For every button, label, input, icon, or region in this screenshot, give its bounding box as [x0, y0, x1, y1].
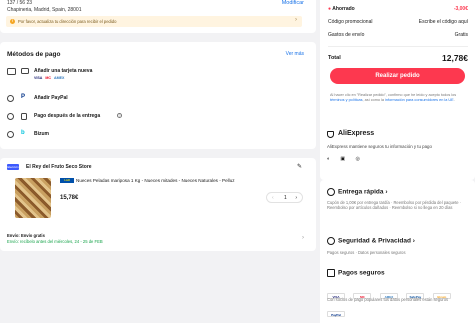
total-value: 12,78€: [442, 53, 468, 63]
delivery-estimate: Envío: recíbelo antes del miércoles, 24 …: [7, 239, 103, 244]
toggle-icon: ◐: [327, 156, 331, 162]
shield-icon: [327, 131, 334, 138]
terms-link[interactable]: términos y políticas: [330, 98, 363, 102]
address-line-2: Chapineria, Madrid, Spain, 28001: [7, 7, 82, 13]
payment-method-label: Bizum: [34, 131, 49, 137]
choice-badge: Elección: [7, 164, 19, 170]
fast-delivery-heading[interactable]: Entrega rápida ›: [327, 188, 388, 196]
shipping-cost: Envío: Envío gratis: [7, 233, 45, 238]
mastercard-logo: MC: [45, 76, 51, 80]
payment-methods-card: Métodos de pago Ver más Añadir una tarje…: [0, 42, 316, 149]
address-line-1: 137 / 56 23: [7, 0, 33, 6]
security-text: Pagos seguros · Datos personales seguros: [327, 250, 406, 255]
privacy-icon: ◎: [355, 156, 360, 162]
increase-button[interactable]: ›: [295, 195, 297, 201]
chevron-right-icon[interactable]: ›: [302, 235, 304, 241]
divider: [328, 46, 468, 47]
payment-method-bizum[interactable]: b Bizum: [7, 130, 307, 142]
paypal-logo: PayPal: [327, 311, 345, 317]
shipping-address-card: 137 / 56 23 Chapineria, Madrid, Spain, 2…: [0, 0, 316, 33]
radio-circle-icon[interactable]: [7, 95, 14, 102]
payment-method-cod[interactable]: Pago después de la entrega ?: [7, 112, 307, 124]
modify-address-link[interactable]: Modificar: [282, 0, 304, 6]
secure-payments-title: Pagos seguros: [338, 269, 385, 277]
payment-method-label: Pago después de la entrega: [34, 113, 101, 119]
store-name[interactable]: El Rey del Fruto Seco Store: [26, 164, 92, 170]
cash-icon: [21, 113, 27, 120]
shipping-fee-value: Gratis: [454, 32, 468, 38]
saved-label: Ahorrado: [332, 6, 355, 12]
store-card: Elección El Rey del Fruto Seco Store ✎ L…: [0, 158, 316, 251]
product-name[interactable]: Nueces Peladas mariposa 1 Kg - Nueces mi…: [76, 178, 235, 183]
card-shield-icon: ▣: [340, 156, 346, 162]
warning-icon: !: [10, 19, 15, 24]
left-column: 137 / 56 23 Chapineria, Madrid, Spain, 2…: [0, 0, 316, 323]
payment-title: Métodos de pago: [7, 51, 61, 58]
shield-check-icon: [327, 237, 335, 245]
secure-payments-text: Con socios de pago populares tus datos p…: [327, 297, 449, 302]
promo-code-input[interactable]: Escribe el código aquí: [419, 19, 468, 25]
edit-icon[interactable]: ✎: [297, 163, 302, 170]
trust-icons: ◐ ▣ ◎: [327, 156, 369, 162]
decrease-button[interactable]: ‹: [272, 195, 274, 201]
paypal-icon: P: [21, 94, 26, 100]
order-summary-card: ● Ahorrado -3,00€ Código promocional Esc…: [320, 0, 475, 137]
radio-circle-icon[interactable]: [7, 131, 14, 138]
secure-payments-heading: Pagos seguros: [327, 269, 385, 277]
legal-mid: , así como la: [362, 98, 385, 102]
amex-logo: AMEX: [53, 76, 65, 80]
address-warning-banner[interactable]: ! Por favor, actualiza tu dirección para…: [6, 16, 302, 27]
security-heading[interactable]: Seguridad & Privacidad ›: [327, 237, 415, 245]
fast-delivery-text: Cupón de 1,00€ por entrega tardía · Reem…: [327, 200, 462, 211]
brand-badge: Lidl: [60, 178, 74, 183]
visa-logo: VISA: [34, 76, 43, 80]
eu-info-link[interactable]: información para consumidores en la UE: [385, 98, 454, 102]
saved-value: -3,00€: [453, 6, 468, 12]
quantity-value: 1: [284, 195, 287, 201]
product-thumbnail[interactable]: [15, 178, 51, 218]
info-icon[interactable]: ?: [117, 113, 122, 118]
brand-trust-text: AliExpress mantiene seguros tu informaci…: [327, 144, 432, 149]
payment-method-label: Añadir una tarjeta nueva: [34, 68, 93, 74]
lock-icon: [327, 269, 335, 277]
legal-prefix: Al hacer clic en "Realizar pedido", conf…: [330, 93, 457, 97]
right-column: ● Ahorrado -3,00€ Código promocional Esc…: [320, 0, 475, 323]
product-price: 15,78€: [60, 195, 79, 201]
chevron-right-icon: ›: [295, 17, 297, 23]
quantity-stepper[interactable]: ‹ 1 ›: [266, 192, 303, 203]
payment-method-paypal[interactable]: P Añadir PayPal: [7, 94, 307, 106]
address-warning-text: Por favor, actualiza tu dirección para r…: [18, 19, 117, 24]
payment-method-card[interactable]: Añadir una tarjeta nueva VISA MC AMEX: [7, 67, 307, 80]
shipping-fee-label: Gastos de envío: [328, 32, 365, 38]
card-brands: VISA MC AMEX: [34, 76, 66, 80]
security-title: Seguridad & Privacidad: [338, 237, 411, 245]
brand-trust-card: AliExpress AliExpress mantiene seguros t…: [320, 125, 475, 180]
bizum-icon: b: [21, 130, 25, 136]
aliexpress-logo: AliExpress: [338, 130, 375, 137]
clock-icon: [327, 188, 335, 196]
place-order-button[interactable]: Realizar pedido: [330, 68, 465, 84]
fast-delivery-title: Entrega rápida: [338, 188, 384, 196]
benefits-card: Entrega rápida › Cupón de 1,00€ por entr…: [320, 180, 475, 323]
payment-method-label: Añadir PayPal: [34, 95, 68, 101]
radio-circle-icon[interactable]: [7, 113, 14, 120]
promo-code-label: Código promocional: [328, 19, 373, 25]
total-label: Total: [328, 55, 341, 61]
view-more-link[interactable]: Ver más: [286, 51, 304, 57]
radio-circle-icon[interactable]: [7, 68, 16, 75]
payment-partner-logos: VISA MC AMEX SafePay Bizum PayPal: [327, 285, 472, 321]
card-icon: [21, 68, 29, 74]
legal-text: Al hacer clic en "Realizar pedido", conf…: [330, 93, 457, 102]
